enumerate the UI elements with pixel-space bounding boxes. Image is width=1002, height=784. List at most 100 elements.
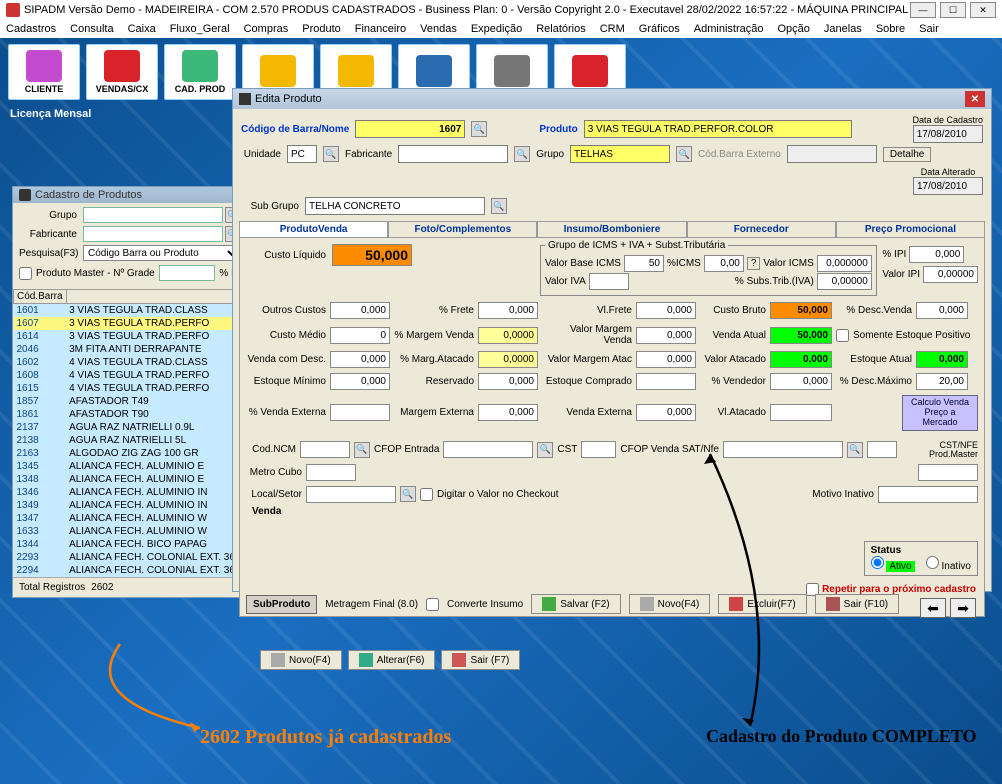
venda-atual-input[interactable] (770, 327, 832, 344)
binoculars-icon[interactable]: 🔍 (676, 146, 692, 162)
estoque-comp-input[interactable] (636, 373, 696, 390)
toolbar-VENDAS/CX[interactable]: VENDAS/CX (86, 44, 158, 100)
minimize-button[interactable]: — (910, 2, 936, 18)
maximize-button[interactable]: ☐ (940, 2, 966, 18)
metro-input[interactable] (306, 464, 356, 481)
ipi-val-input[interactable] (923, 266, 978, 283)
menu-relatórios[interactable]: Relatórios (536, 23, 586, 35)
produto-master-checkbox[interactable] (19, 267, 32, 280)
subproduto-button[interactable]: SubProduto (246, 595, 317, 614)
edit-window-header[interactable]: Edita Produto ✕ (233, 89, 991, 109)
marg-atac-input[interactable] (478, 351, 538, 368)
binoculars-icon[interactable]: 🔍 (354, 442, 370, 458)
menu-opção[interactable]: Opção (777, 23, 809, 35)
alterar-button[interactable]: Alterar(F6) (348, 650, 436, 670)
menu-cadastros[interactable]: Cadastros (6, 23, 56, 35)
vmarg-atac-input[interactable] (636, 351, 696, 368)
tab-fornecedor[interactable]: Fornecedor (687, 221, 836, 237)
estoque-atual-input[interactable] (916, 351, 968, 368)
menu-expedição[interactable]: Expedição (471, 23, 522, 35)
icms-val-input[interactable] (817, 255, 872, 272)
next-button[interactable]: ➡ (950, 598, 976, 618)
novo-edit-button[interactable]: Novo(F4) (629, 594, 711, 614)
icms-pct-input[interactable] (704, 255, 744, 272)
produto-input[interactable] (584, 120, 852, 138)
detalhe-button[interactable]: Detalhe (883, 147, 931, 162)
close-icon[interactable]: ✕ (965, 91, 985, 107)
menu-crm[interactable]: CRM (600, 23, 625, 35)
custo-liquido-input[interactable] (332, 244, 412, 266)
unidade-input[interactable] (287, 145, 317, 163)
toolbar-CAD. PROD[interactable]: CAD. PROD (164, 44, 236, 100)
calculo-venda-button[interactable]: Calculo Venda Preço a Mercado (902, 395, 978, 431)
fabricante-input[interactable] (83, 226, 223, 242)
prodmaster-input[interactable] (918, 464, 978, 481)
menu-consulta[interactable]: Consulta (70, 23, 113, 35)
ncm-input[interactable] (300, 441, 350, 458)
frete-pct-input[interactable] (478, 302, 538, 319)
desc-max-input[interactable] (916, 373, 968, 390)
vendedor-input[interactable] (770, 373, 832, 390)
subgrupo-input[interactable] (305, 197, 485, 215)
novo-button[interactable]: Novo(F4) (260, 650, 342, 670)
binoculars-icon[interactable]: 🔍 (847, 442, 863, 458)
cfop-out-input[interactable] (723, 441, 843, 458)
icms-base-input[interactable] (624, 255, 664, 272)
tab-produtovenda[interactable]: ProdutoVenda (239, 221, 388, 237)
toolbar-CLIENTE[interactable]: CLIENTE (8, 44, 80, 100)
binoculars-icon[interactable]: 🔍 (514, 146, 530, 162)
fabricante-input[interactable] (398, 145, 508, 163)
venda-ext-input[interactable] (330, 404, 390, 421)
tab-foto[interactable]: Foto/Complementos (388, 221, 537, 237)
somente-estoque-checkbox[interactable] (836, 329, 849, 342)
icms-help-button[interactable]: ? (747, 257, 761, 270)
excluir-button[interactable]: Excluir(F7) (718, 594, 806, 614)
custo-medio-input[interactable] (330, 327, 390, 344)
grade-input[interactable] (159, 265, 216, 281)
menu-produto[interactable]: Produto (302, 23, 341, 35)
menu-compras[interactable]: Compras (244, 23, 289, 35)
sair-edit-button[interactable]: Sair (F10) (815, 594, 899, 614)
binoculars-icon[interactable]: 🔍 (400, 486, 416, 502)
menu-janelas[interactable]: Janelas (824, 23, 862, 35)
vmarg-venda-input[interactable] (636, 327, 696, 344)
iva-input[interactable] (589, 273, 629, 290)
binoculars-icon[interactable]: 🔍 (537, 442, 553, 458)
codext-input[interactable] (787, 145, 877, 163)
tab-preco[interactable]: Preço Promocional (836, 221, 985, 237)
menu-sobre[interactable]: Sobre (876, 23, 905, 35)
inativo-radio[interactable]: Inativo (926, 561, 971, 572)
tab-insumo[interactable]: Insumo/Bomboniere (537, 221, 686, 237)
col-codbarra[interactable]: Cód.Barra (14, 290, 67, 304)
venda-ext2-input[interactable] (636, 404, 696, 421)
pesquisa-dropdown[interactable]: Código Barra ou Produto (83, 245, 241, 261)
vlatac-input[interactable] (770, 404, 832, 421)
menu-caixa[interactable]: Caixa (128, 23, 156, 35)
prev-button[interactable]: ⬅ (920, 598, 946, 618)
close-button[interactable]: ✕ (970, 2, 996, 18)
menu-financeiro[interactable]: Financeiro (355, 23, 406, 35)
binoculars-icon[interactable]: 🔍 (471, 121, 487, 137)
cstnfe-input[interactable] (867, 441, 897, 458)
menu-vendas[interactable]: Vendas (420, 23, 457, 35)
cfop-in-input[interactable] (443, 441, 533, 458)
outros-input[interactable] (330, 302, 390, 319)
marg-venda-input[interactable] (478, 327, 538, 344)
grupo-input[interactable] (83, 207, 223, 223)
menu-administração[interactable]: Administração (694, 23, 764, 35)
vlfrete-input[interactable] (636, 302, 696, 319)
ativo-radio[interactable]: Ativo (871, 561, 915, 572)
digitar-checkbox[interactable] (420, 488, 433, 501)
motivo-input[interactable] (878, 486, 978, 503)
ipi-pct-input[interactable] (909, 246, 964, 263)
desc-venda-input[interactable] (916, 302, 968, 319)
grupo-input[interactable] (570, 145, 670, 163)
marg-ext-input[interactable] (478, 404, 538, 421)
binoculars-icon[interactable]: 🔍 (491, 198, 507, 214)
cst-input[interactable] (581, 441, 616, 458)
codigo-input[interactable] (355, 120, 465, 138)
reservado-input[interactable] (478, 373, 538, 390)
product-list-header[interactable]: Cadastro de Produtos (13, 187, 247, 203)
binoculars-icon[interactable]: 🔍 (323, 146, 339, 162)
converte-checkbox[interactable] (426, 598, 439, 611)
